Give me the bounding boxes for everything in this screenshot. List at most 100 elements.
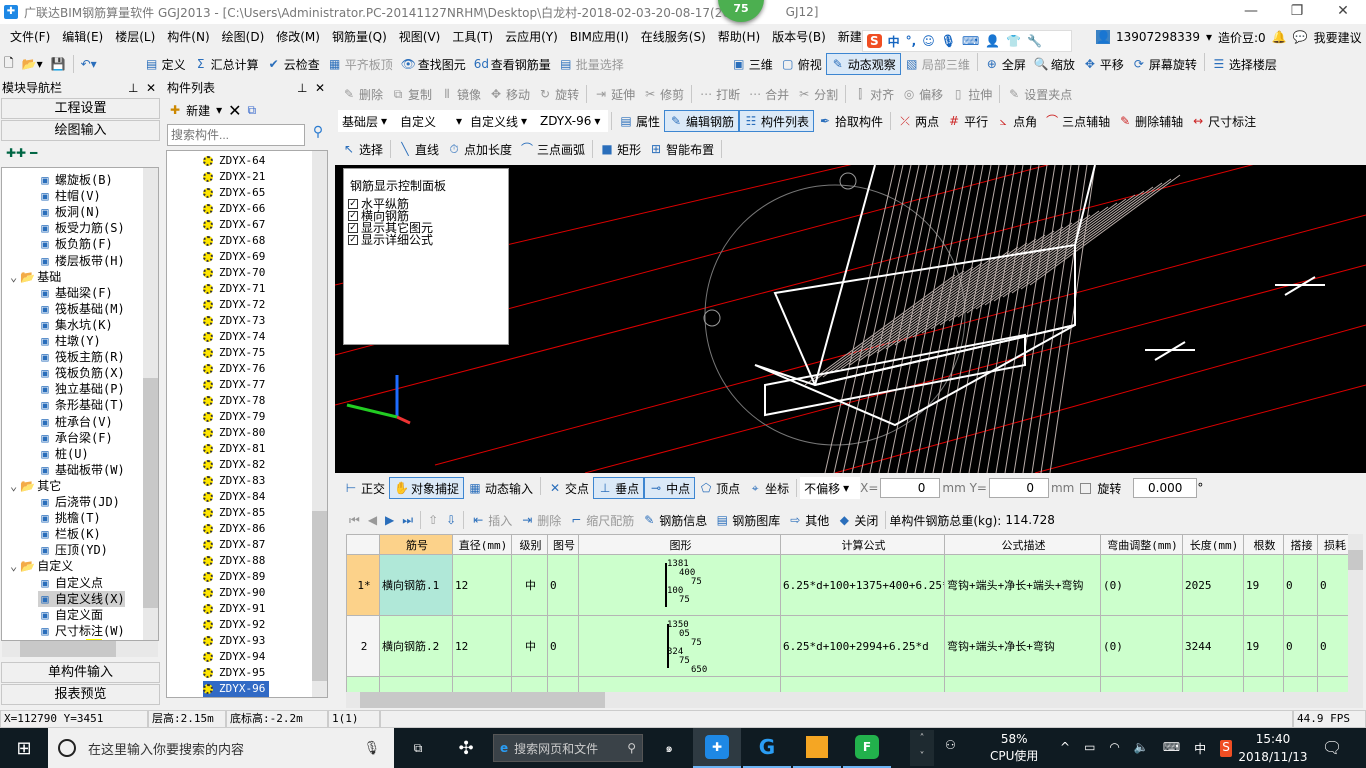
toolbar-button[interactable]: ⇥ 删除 (516, 509, 565, 531)
table-cell-formula[interactable]: 6.25*d+100+1375+400+6.25*d (780, 554, 945, 616)
toolbar-button[interactable]: ╲ 直线 (394, 138, 443, 160)
sogou-icon[interactable]: S (867, 34, 882, 48)
toolbar-button[interactable]: ✎ 删除 (338, 83, 387, 105)
table-cell-count[interactable]: 19 (1243, 615, 1284, 677)
toolbar-button[interactable]: Σ 汇总计算 (190, 53, 263, 75)
draw-input-button[interactable]: 绘图输入 (1, 120, 160, 141)
toolbar-button[interactable]: ⌖ 坐标 (744, 477, 793, 499)
component-list-item[interactable]: ZDYX-94 (203, 649, 269, 665)
table-hscrollbar[interactable] (346, 692, 1363, 708)
component-list-item[interactable]: ZDYX-78 (203, 393, 269, 409)
component-list-item[interactable]: ZDYX-91 (203, 601, 269, 617)
toolbar-button[interactable]: ⤫ 两点 (894, 110, 943, 132)
menu-item[interactable]: 编辑(E) (56, 28, 109, 45)
toolbar-button[interactable]: ⋯ 合并 (744, 83, 793, 105)
table-cell-len[interactable]: 3244 (1182, 615, 1244, 677)
rebar-display-option[interactable]: ✓ 显示详细公式 (344, 234, 508, 246)
ime-mode[interactable]: 中 (888, 33, 900, 50)
close-panel-icon[interactable]: ✕ (146, 80, 156, 96)
skin-icon[interactable]: 👕 (1006, 34, 1021, 48)
checkbox[interactable]: ✓ (348, 223, 358, 233)
toolbar-button[interactable]: ▯ 拉伸 (947, 83, 996, 105)
toolbar-button[interactable]: ⊸ 中点 (644, 477, 696, 499)
component-list-item[interactable]: ZDYX-81 (203, 441, 269, 457)
table-cell-lap[interactable]: 0 (1283, 615, 1318, 677)
toolbar-button[interactable]: 👁 查找图元 (397, 53, 470, 75)
toolbar-button[interactable]: ⦣ 点角 (992, 110, 1041, 132)
green-app-icon[interactable]: F (843, 728, 891, 768)
table-row[interactable]: 2 横向钢筋.2 12 中 0 1350 05 75 324 75 650 6.25*d+100+29… (346, 615, 1350, 677)
tree-item[interactable]: ⌄ 📂 基础 (10, 269, 61, 285)
toolbar-button[interactable]: ✎ 设置夹点 (1003, 83, 1076, 105)
table-header[interactable]: 长度(mm) (1182, 534, 1244, 555)
table-cell-dia[interactable]: 12 (452, 615, 512, 677)
table-header[interactable]: 图形 (578, 534, 781, 555)
component-list-item[interactable]: ZDYX-69 (203, 249, 269, 265)
volume-icon[interactable]: 🔈 (1134, 740, 1149, 757)
tree-item[interactable]: ▣ 基础梁(F) (38, 285, 112, 301)
table-cell-grade[interactable]: 中 (511, 554, 548, 616)
table-cell-len[interactable]: 2025 (1182, 554, 1244, 616)
menu-item[interactable]: 帮助(H) (712, 28, 766, 45)
tree-item[interactable]: ▣ 自定义线(X) (38, 590, 125, 607)
collapse-all-icon[interactable]: ━ (30, 146, 37, 160)
toolbar-button[interactable]: ↔ 尺寸标注 (1187, 110, 1260, 132)
rotate-input[interactable]: 0.000 (1133, 478, 1198, 498)
notification-center-icon[interactable]: 🗨 (1322, 738, 1342, 757)
component-list-item[interactable]: ZDYX-90 (203, 585, 269, 601)
checkbox[interactable]: ✓ (348, 211, 358, 221)
menu-item[interactable]: 绘图(D) (216, 28, 271, 45)
notes-app-icon[interactable] (793, 728, 841, 768)
table-header[interactable]: 搭接 (1283, 534, 1318, 555)
browser-search-box[interactable]: e 搜索网页和文件 ⚲ (493, 734, 643, 762)
component-list-item[interactable]: ZDYX-82 (203, 457, 269, 473)
tree-item[interactable]: ▣ 楼层板带(H) (38, 253, 124, 269)
prev-record-icon[interactable]: ◀ (364, 509, 381, 531)
move-up-icon[interactable]: ⇧ (424, 509, 442, 531)
toolbar-button[interactable]: ↻ 旋转 (534, 83, 583, 105)
table-header[interactable]: 图号 (547, 534, 579, 555)
save-icon[interactable]: 💾 (47, 53, 70, 75)
table-cell-loss[interactable]: 0 (1317, 615, 1350, 677)
app-g-icon[interactable]: G (743, 728, 791, 768)
offset-select[interactable]: 不偏移 ▾ (800, 477, 861, 499)
tree-item[interactable]: ▣ 尺寸标注(W) (38, 623, 124, 639)
toolbar-button[interactable]: ✂ 修剪 (639, 83, 688, 105)
toolbar-button[interactable]: ⏱ 点加长度 (443, 138, 516, 160)
toolbar-button[interactable]: ◆ 关闭 (833, 509, 882, 531)
row-index[interactable]: 1* (346, 554, 380, 616)
tree-item[interactable]: ▣ 集水坑(K) (38, 317, 112, 333)
table-cell-bend[interactable]: (0) (1100, 615, 1183, 677)
toolbar-button[interactable]: ✋ 对象捕捉 (389, 477, 465, 499)
component-list-item[interactable]: ZDYX-87 (203, 537, 269, 553)
taskbar-search[interactable]: 在这里输入你要搜索的内容 🎙 (48, 728, 394, 768)
search-icon[interactable]: ⚲ (308, 124, 328, 146)
toolbar-button[interactable]: ⇨ 其他 (784, 509, 833, 531)
tree-item[interactable]: ▣ 桩(U) (38, 446, 88, 462)
table-cell-dia[interactable]: 12 (452, 554, 512, 616)
table-cell-lap[interactable]: 0 (1283, 554, 1318, 616)
menu-item[interactable]: 构件(N) (161, 28, 215, 45)
toolbar-button[interactable]: ⋯ 打断 (695, 83, 744, 105)
ime-punct[interactable]: °, (906, 34, 917, 48)
tree-item[interactable]: ▣ 板受力筋(S) (38, 220, 124, 236)
table-cell-desc[interactable]: 弯钩+端头+净长+端头+弯钩 (944, 554, 1101, 616)
toolbar-button[interactable]: 🔍 缩放 (1030, 53, 1079, 75)
chevron-down-icon[interactable]: ⌄ (10, 269, 17, 285)
component-list-item[interactable]: ZDYX-96 (203, 681, 270, 697)
last-record-icon[interactable]: ⏭ (398, 509, 417, 531)
mic-icon[interactable]: 🎙 (363, 741, 380, 756)
task-view-icon[interactable]: ⧉ (394, 728, 442, 768)
tree-item[interactable]: ▣ 板洞(N) (38, 204, 100, 220)
tree-item[interactable]: ▣ 筏板基础(M) (38, 301, 124, 317)
toolbar-button[interactable]: ⟳ 屏幕旋转 (1128, 53, 1201, 75)
tree-item[interactable]: ▣ 后浇带(JD) (38, 494, 120, 510)
toolbar-button[interactable]: ⌒ 三点画弧 (516, 138, 589, 160)
ime-indicator[interactable]: 中 (1194, 740, 1206, 757)
menu-item[interactable]: 文件(F) (4, 28, 56, 45)
tree-item[interactable]: ▣ 挑檐(T) (38, 510, 100, 526)
toolbar-button[interactable]: ▢ 俯视 (777, 53, 826, 75)
toolbar-button[interactable]: ✔ 云检查 (263, 53, 324, 75)
new-file-icon[interactable]: 🗋 (0, 53, 18, 75)
fan-app-icon[interactable]: ✣ (442, 728, 490, 768)
